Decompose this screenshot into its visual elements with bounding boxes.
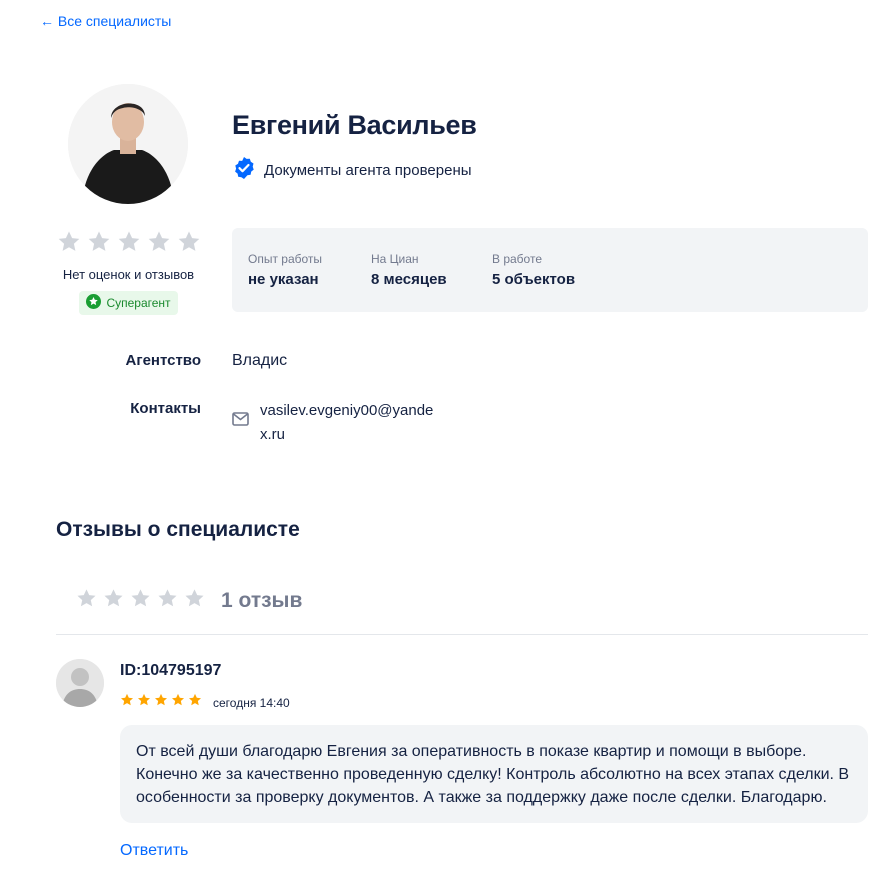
reviewer-avatar: [56, 659, 104, 707]
verified-badge-icon: [232, 156, 256, 185]
stat-experience: Опыт работы не указан: [248, 252, 322, 288]
review-meta: сегодня 14:40: [120, 693, 290, 712]
stat-label: Опыт работы: [248, 252, 323, 266]
star-icon: [147, 230, 171, 259]
stat-in-work: В работе 5 объектов: [492, 252, 575, 288]
agent-stats: Опыт работы не указан На Циан 8 месяцев …: [232, 228, 868, 312]
star-icon: [57, 230, 81, 259]
review-rating-stars: [120, 693, 202, 712]
agent-name: Евгений Васильев: [232, 110, 477, 140]
contacts-label: Контакты: [130, 400, 201, 417]
stat-label: На Циан: [371, 252, 419, 266]
star-icon: [171, 693, 185, 712]
envelope-icon: [232, 412, 249, 431]
star-icon: [157, 588, 178, 614]
stat-value: не указан: [248, 271, 319, 288]
agent-rating-stars: [57, 230, 201, 259]
reply-button[interactable]: Ответить: [120, 842, 188, 860]
user-placeholder-icon: [56, 659, 104, 707]
star-icon: [117, 230, 141, 259]
star-icon: [154, 693, 168, 712]
star-icon: [87, 230, 111, 259]
star-icon: [137, 693, 151, 712]
star-icon: [103, 588, 124, 614]
superagent-star-icon: [86, 294, 102, 312]
back-to-specialists-link[interactable]: ← Все специалисты: [40, 13, 171, 29]
reviewer-id: ID:104795197: [120, 662, 222, 679]
reviews-count: 1 отзыв: [221, 589, 303, 612]
reviews-title: Отзывы о специалисте: [56, 518, 300, 541]
stat-value: 5 объектов: [492, 271, 576, 288]
email-contact[interactable]: vasilev.evgeniy00@yandex.ru: [260, 399, 440, 447]
superagent-badge: Суперагент: [79, 291, 178, 315]
agency-value: Владис: [232, 352, 288, 369]
star-icon: [188, 693, 202, 712]
agent-photo: [68, 84, 188, 204]
star-icon: [120, 693, 134, 712]
agent-rating: Нет оценок и отзывов Суперагент: [56, 230, 201, 315]
rating-summary-text: Нет оценок и отзывов: [62, 267, 195, 282]
reviews-divider: [56, 634, 868, 635]
stat-on-cian: На Циан 8 месяцев: [371, 252, 447, 288]
star-icon: [76, 588, 97, 614]
star-icon: [184, 588, 205, 614]
verified-status: Документы агента проверены: [232, 156, 472, 185]
star-icon: [177, 230, 201, 259]
reviews-summary: 1 отзыв: [76, 588, 302, 614]
reviews-summary-stars: [76, 588, 205, 614]
stat-value: 8 месяцев: [371, 271, 447, 288]
superagent-label: Суперагент: [106, 296, 171, 310]
star-icon: [130, 588, 151, 614]
stat-label: В работе: [492, 252, 543, 266]
agency-label: Агентство: [125, 352, 201, 369]
review-date: сегодня 14:40: [213, 695, 290, 710]
verified-label: Документы агента проверены: [264, 162, 472, 179]
review-text: От всей души благодарю Евгения за операт…: [120, 725, 868, 823]
